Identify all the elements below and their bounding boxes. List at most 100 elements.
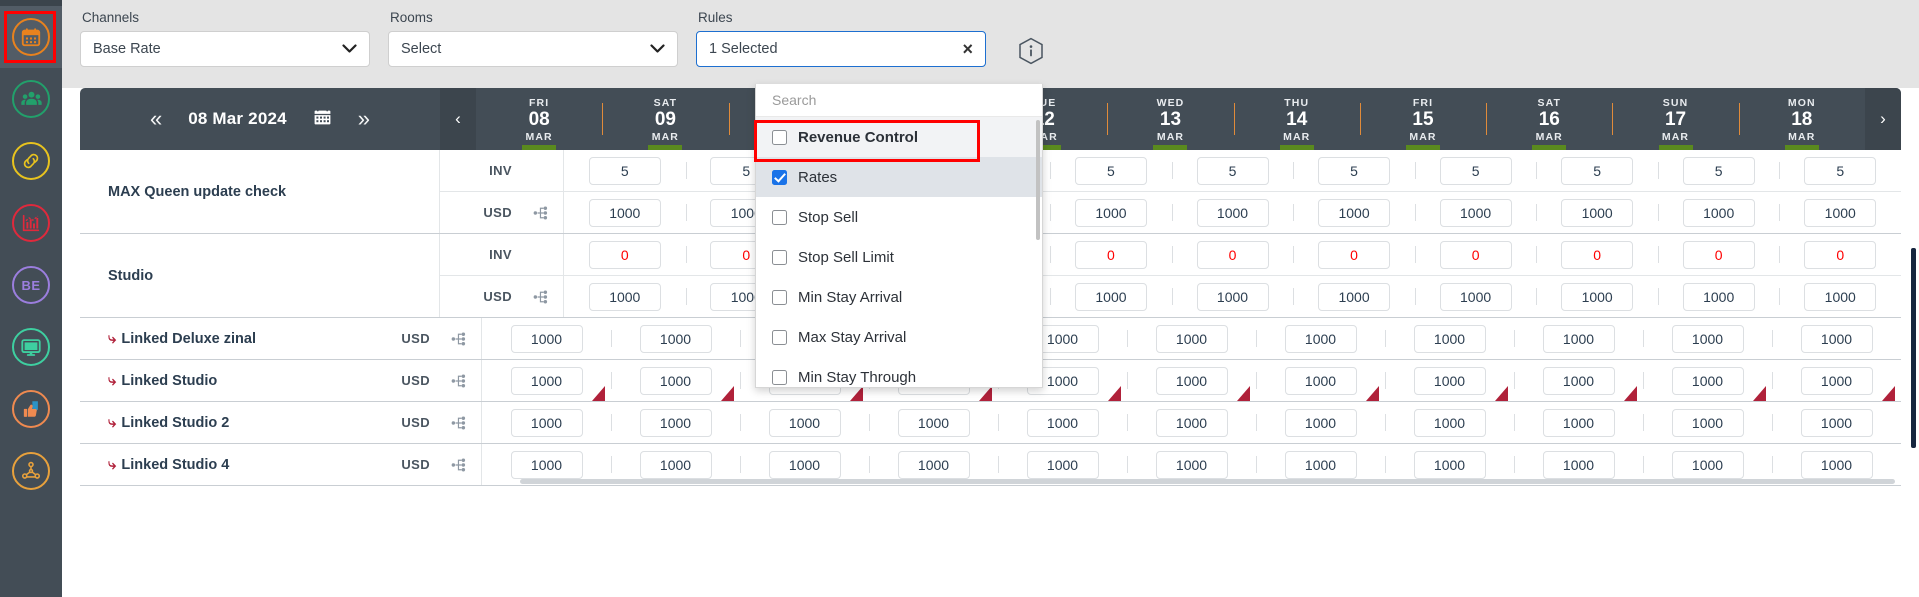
- cell-input[interactable]: 1000: [1318, 199, 1390, 227]
- grid-cell[interactable]: 1000: [1385, 318, 1514, 359]
- cell-input[interactable]: 1000: [769, 451, 841, 479]
- cell-input[interactable]: 0: [589, 241, 661, 269]
- cell-input[interactable]: 0: [1683, 241, 1755, 269]
- grid-cell[interactable]: 1000: [1772, 360, 1901, 401]
- cell-input[interactable]: 1000: [511, 409, 583, 437]
- scroll-days-left-button[interactable]: ‹: [440, 88, 476, 150]
- cell-input[interactable]: 0: [1318, 241, 1390, 269]
- grid-cell[interactable]: 1000: [1514, 360, 1643, 401]
- grid-cell[interactable]: 1000: [1293, 276, 1415, 317]
- rail-item-website[interactable]: [0, 316, 62, 378]
- cell-input[interactable]: 1000: [1414, 409, 1486, 437]
- cell-input[interactable]: 1000: [1156, 325, 1228, 353]
- scroll-days-right-button[interactable]: ›: [1865, 88, 1901, 150]
- grid-cell[interactable]: 0: [1172, 234, 1294, 275]
- cell-input[interactable]: 1000: [1543, 367, 1615, 395]
- grid-cell[interactable]: 1000: [1779, 192, 1901, 233]
- grid-cell[interactable]: 1000: [1643, 360, 1772, 401]
- dropdown-option[interactable]: Revenue Control: [756, 117, 1042, 157]
- grid-cell[interactable]: 0: [1658, 234, 1780, 275]
- grid-cell[interactable]: 1000: [1658, 276, 1780, 317]
- cell-input[interactable]: 1000: [1543, 409, 1615, 437]
- cell-input[interactable]: 1000: [1801, 451, 1873, 479]
- grid-cell[interactable]: 1000: [1658, 192, 1780, 233]
- grid-cell[interactable]: 1000: [1415, 276, 1537, 317]
- cell-input[interactable]: 1000: [511, 325, 583, 353]
- vertical-scrollbar[interactable]: [1911, 248, 1916, 448]
- cell-input[interactable]: 0: [1440, 241, 1512, 269]
- cell-input[interactable]: 1000: [1543, 325, 1615, 353]
- cell-input[interactable]: 1000: [1561, 199, 1633, 227]
- derived-rate-icon[interactable]: [522, 192, 564, 233]
- checkbox-icon[interactable]: [772, 170, 787, 185]
- checkbox-icon[interactable]: [772, 210, 787, 225]
- cell-input[interactable]: 1000: [1801, 325, 1873, 353]
- grid-cell[interactable]: 1000: [1127, 360, 1256, 401]
- checkbox-icon[interactable]: [772, 290, 787, 305]
- cell-input[interactable]: 5: [1804, 157, 1876, 185]
- grid-cell[interactable]: 1000: [1127, 318, 1256, 359]
- cell-input[interactable]: 1000: [898, 451, 970, 479]
- cell-input[interactable]: 1000: [1285, 451, 1357, 479]
- cell-input[interactable]: 1000: [1672, 409, 1744, 437]
- cell-input[interactable]: 1000: [1156, 367, 1228, 395]
- cell-input[interactable]: 0: [1075, 241, 1147, 269]
- dropdown-option[interactable]: Stop Sell Limit: [756, 237, 1042, 277]
- dropdown-option[interactable]: Min Stay Through: [756, 357, 1042, 388]
- cell-input[interactable]: 1000: [1318, 283, 1390, 311]
- cell-input[interactable]: 0: [1804, 241, 1876, 269]
- rail-item-reviews[interactable]: [0, 378, 62, 440]
- rooms-select[interactable]: Select: [388, 31, 678, 67]
- cell-input[interactable]: 0: [1197, 241, 1269, 269]
- checkbox-icon[interactable]: [772, 370, 787, 385]
- grid-cell[interactable]: 1000: [1050, 276, 1172, 317]
- cell-input[interactable]: 1000: [640, 367, 712, 395]
- checkbox-icon[interactable]: [772, 130, 787, 145]
- cell-input[interactable]: 1000: [1672, 367, 1744, 395]
- derived-rate-icon[interactable]: [522, 276, 564, 317]
- channels-select[interactable]: Base Rate: [80, 31, 370, 67]
- grid-cell[interactable]: 1000: [740, 402, 869, 443]
- cell-input[interactable]: 5: [1440, 157, 1512, 185]
- dropdown-option[interactable]: Stop Sell: [756, 197, 1042, 237]
- cell-input[interactable]: 1000: [1440, 283, 1512, 311]
- grid-cell[interactable]: 0: [1293, 234, 1415, 275]
- cell-input[interactable]: 1000: [898, 409, 970, 437]
- grid-cell[interactable]: 0: [1536, 234, 1658, 275]
- grid-cell[interactable]: 5: [1293, 150, 1415, 191]
- grid-cell[interactable]: 1000: [1536, 192, 1658, 233]
- derived-rate-icon[interactable]: [440, 444, 482, 485]
- rail-item-booking-engine[interactable]: BE: [0, 254, 62, 316]
- cell-input[interactable]: 5: [1075, 157, 1147, 185]
- cell-input[interactable]: 1000: [1414, 325, 1486, 353]
- grid-cell[interactable]: 1000: [1514, 402, 1643, 443]
- grid-cell[interactable]: 5: [1658, 150, 1780, 191]
- cell-input[interactable]: 1000: [1801, 367, 1873, 395]
- grid-cell[interactable]: 5: [1050, 150, 1172, 191]
- grid-cell[interactable]: 5: [564, 150, 686, 191]
- grid-cell[interactable]: 1000: [1385, 360, 1514, 401]
- dropdown-option[interactable]: Max Stay Arrival: [756, 317, 1042, 357]
- cell-input[interactable]: 1000: [1285, 409, 1357, 437]
- grid-cell[interactable]: 0: [1050, 234, 1172, 275]
- dropdown-option[interactable]: Min Stay Arrival: [756, 277, 1042, 317]
- grid-cell[interactable]: 0: [564, 234, 686, 275]
- cell-input[interactable]: 5: [1561, 157, 1633, 185]
- grid-cell[interactable]: 1000: [1514, 318, 1643, 359]
- cell-input[interactable]: 1000: [1027, 409, 1099, 437]
- prev-period-button[interactable]: «: [150, 108, 162, 130]
- grid-cell[interactable]: 5: [1415, 150, 1537, 191]
- grid-cell[interactable]: 1000: [869, 402, 998, 443]
- cell-input[interactable]: 1000: [1075, 199, 1147, 227]
- grid-cell[interactable]: 1000: [611, 318, 740, 359]
- grid-cell[interactable]: 1000: [1256, 318, 1385, 359]
- cell-input[interactable]: 1000: [1027, 451, 1099, 479]
- grid-cell[interactable]: 1000: [482, 318, 611, 359]
- grid-cell[interactable]: 1000: [998, 402, 1127, 443]
- cell-input[interactable]: 5: [589, 157, 661, 185]
- grid-cell[interactable]: 1000: [1256, 402, 1385, 443]
- rail-item-connections[interactable]: [0, 130, 62, 192]
- cell-input[interactable]: 1000: [1801, 409, 1873, 437]
- derived-rate-icon[interactable]: [440, 318, 482, 359]
- cell-input[interactable]: 1000: [1543, 451, 1615, 479]
